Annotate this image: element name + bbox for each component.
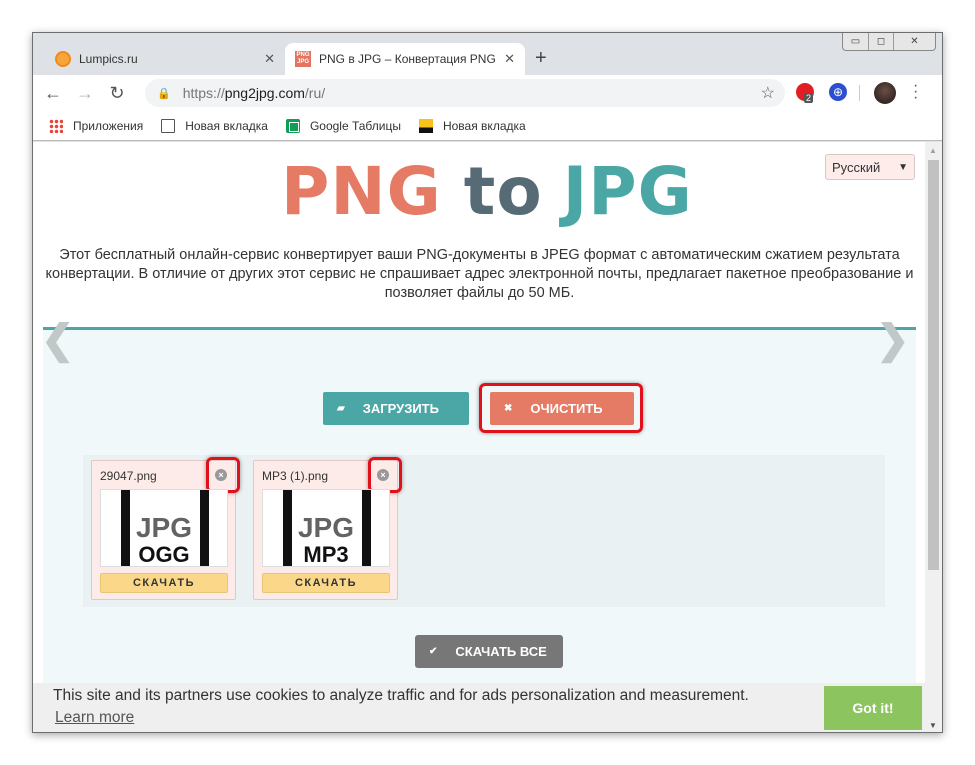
cookie-banner: This site and its partners use cookies t… <box>33 683 926 732</box>
toolbar-divider <box>859 85 860 101</box>
file-thumbnail: JPG MP3 <box>262 489 390 567</box>
download-button[interactable]: СКАЧАТЬ <box>262 573 390 593</box>
carousel-prev-icon[interactable]: ❮ <box>41 317 75 363</box>
converter-workspace: ▰ ЗАГРУЗИТЬ ✖ ОЧИСТИТЬ 29047.png × JPG O… <box>43 330 916 732</box>
url-scheme: https:// <box>182 85 225 101</box>
clear-button[interactable]: ✖ ОЧИСТИТЬ <box>490 392 634 425</box>
page-viewport: Русский ▼ PNG to JPG Этот бесплатный онл… <box>33 142 926 732</box>
sheets-icon <box>285 118 300 133</box>
globe-extension-icon[interactable]: ⊕ <box>829 83 847 101</box>
tab-png2jpg[interactable]: PNGJPG PNG в JPG – Конвертация PNG в JPG… <box>285 43 525 75</box>
tab-title: Lumpics.ru <box>79 52 138 66</box>
bookmark-label: Новая вкладка <box>442 118 526 133</box>
folder-open-icon: ▰ <box>337 403 345 414</box>
site-logo[interactable]: PNG to JPG <box>281 153 693 230</box>
scrollbar-thumb[interactable] <box>928 160 939 570</box>
thumb-sub-label: MP3 <box>303 542 349 567</box>
apps-icon <box>49 118 63 133</box>
language-value: Русский <box>832 159 881 175</box>
check-icon: ✔ <box>429 646 438 657</box>
reload-button[interactable]: ↻ <box>105 81 129 105</box>
chevron-down-icon: ▼ <box>898 161 908 173</box>
x-icon: ✖ <box>504 403 513 414</box>
tab-title: PNG в JPG – Конвертация PNG в JPG онлайн <box>319 52 498 66</box>
page-icon <box>161 118 176 133</box>
remove-file-icon[interactable]: × <box>377 469 389 481</box>
file-thumbnail: JPG OGG <box>100 489 228 567</box>
extension-badge: 2 <box>804 93 814 103</box>
accept-cookies-button[interactable]: Got it! <box>824 686 922 730</box>
page-scrollbar[interactable]: ▲ ▼ <box>925 142 942 732</box>
service-description: Этот бесплатный онлайн-сервис конвертиру… <box>45 247 914 301</box>
scroll-up-icon[interactable]: ▲ <box>929 146 937 155</box>
url-path: /ru/ <box>304 85 326 101</box>
window-controls: ▭ ◻ ✕ <box>842 33 936 51</box>
download-all-button[interactable]: ✔ СКАЧАТЬ ВСЕ <box>415 635 563 668</box>
tab-strip: Lumpics.ru ✕ PNG JPG PNG в JPG – Конверта… <box>33 33 942 75</box>
bookmarks-bar: Приложения Новая вкладка Google Таблицы … <box>33 111 942 141</box>
file-name: 29047.png <box>100 469 157 483</box>
file-card: MP3 (1).png × JPG MP3 СКАЧАТЬ <box>253 457 402 600</box>
url-host: png2jpg.com <box>224 85 305 101</box>
forward-button[interactable]: → <box>73 81 97 105</box>
restore-button[interactable]: ◻ <box>868 33 893 50</box>
logo-jpg: JPG <box>562 152 693 230</box>
scroll-down-icon[interactable]: ▼ <box>929 721 937 730</box>
bookmark-label: Приложения <box>73 118 144 133</box>
bookmark-google-sheets[interactable]: Google Таблицы <box>285 118 401 133</box>
remove-file-icon[interactable]: × <box>215 469 227 481</box>
png2jpg-favicon-icon: PNG JPG <box>295 51 311 67</box>
bookmark-label: Новая вкладка <box>185 118 268 133</box>
profile-avatar[interactable] <box>874 82 896 104</box>
file-card: 29047.png × JPG OGG СКАЧАТЬ <box>91 457 240 600</box>
bookmark-new-tab-2[interactable]: Новая вкладка <box>418 118 526 133</box>
browser-window: Lumpics.ru ✕ PNG JPG PNG в JPG – Конверта… <box>32 32 943 733</box>
upload-button[interactable]: ▰ ЗАГРУЗИТЬ <box>323 392 469 425</box>
logo-png: PNG <box>281 152 442 230</box>
download-all-label: СКАЧАТЬ ВСЕ <box>455 644 547 659</box>
file-name: MP3 (1).png <box>262 469 329 483</box>
bookmark-label: Google Таблицы <box>309 118 401 133</box>
close-tab-icon[interactable]: ✕ <box>504 51 515 67</box>
back-button[interactable]: ← <box>41 81 65 105</box>
bookmark-new-tab[interactable]: Новая вкладка <box>161 118 268 133</box>
new-tab-button[interactable]: + <box>535 47 547 70</box>
language-select[interactable]: Русский ▼ <box>825 154 915 180</box>
window-close-button[interactable]: ✕ <box>893 33 935 50</box>
browser-menu-icon[interactable]: · · · <box>913 78 919 106</box>
minimize-button[interactable]: ▭ <box>843 33 868 50</box>
address-bar[interactable]: 🔒 https://png2jpg.com/ru/ ☆ <box>145 79 785 107</box>
bookmark-star-icon[interactable]: ☆ <box>761 83 775 103</box>
image-icon <box>418 118 433 133</box>
orange-favicon-icon <box>55 51 71 67</box>
browser-toolbar: ← → ↻ 🔒 https://png2jpg.com/ru/ ☆ 2 ⊕ · ·… <box>33 75 942 111</box>
carousel-next-icon[interactable]: ❯ <box>876 317 910 363</box>
thumb-sub-label: OGG <box>138 542 190 567</box>
opera-extension-icon[interactable]: 2 <box>796 83 814 103</box>
logo-to: to <box>463 152 543 230</box>
tab-lumpics[interactable]: Lumpics.ru ✕ <box>45 43 285 75</box>
cookie-message: This site and its partners use cookies t… <box>53 687 749 704</box>
bookmark-apps[interactable]: Приложения <box>49 118 144 133</box>
close-tab-icon[interactable]: ✕ <box>264 51 275 67</box>
thumb-jpg-label: JPG <box>135 512 193 543</box>
learn-more-link[interactable]: Learn more <box>55 709 134 727</box>
thumb-jpg-label: JPG <box>297 512 355 543</box>
upload-label: ЗАГРУЗИТЬ <box>362 401 439 416</box>
download-button[interactable]: СКАЧАТЬ <box>100 573 228 593</box>
clear-label: ОЧИСТИТЬ <box>530 401 603 416</box>
lock-icon: 🔒 <box>157 87 171 100</box>
